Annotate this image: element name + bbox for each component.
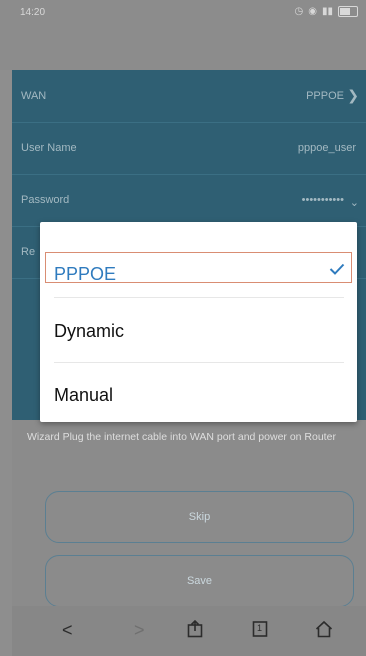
- username-value: pppoe_user: [297, 142, 356, 154]
- option-pppoe-label: PPPOE: [54, 264, 117, 284]
- divider: [54, 362, 344, 363]
- home-icon[interactable]: [315, 620, 333, 643]
- header-area: [0, 28, 366, 70]
- back-icon[interactable]: <: [62, 620, 73, 641]
- option-dynamic-label: Dynamic: [54, 321, 125, 341]
- tabs-count: 1: [257, 623, 263, 633]
- status-bar: 14:20 ◷ ◉ ▮▮: [0, 0, 366, 28]
- option-manual-label: Manual: [54, 385, 114, 405]
- alarm-icon: ◷: [294, 6, 304, 17]
- tabs-icon[interactable]: 1: [252, 620, 268, 643]
- option-pppoe[interactable]: PPPOE: [40, 244, 357, 308]
- battery-icon: [338, 6, 358, 17]
- password-value: •••••••••••: [301, 194, 344, 206]
- eye-toggle-icon[interactable]: ⌄: [350, 196, 359, 209]
- status-icons: ◷ ◉ ▮▮: [295, 6, 358, 17]
- status-time: 14:20: [20, 7, 46, 18]
- password-row[interactable]: Password ••••••••••• ⌄: [12, 174, 366, 227]
- wan-value: PPPOE: [306, 90, 344, 102]
- divider: [54, 297, 344, 298]
- username-row[interactable]: User Name pppoe_user: [12, 122, 366, 175]
- forward-icon[interactable]: >: [134, 620, 145, 641]
- signal-icon: ▮▮: [321, 6, 333, 17]
- wan-row[interactable]: WAN PPPOE ❯: [12, 70, 366, 123]
- wifi-icon: ◉: [308, 6, 317, 17]
- skip-button[interactable]: Skip: [45, 491, 354, 543]
- option-dynamic[interactable]: Dynamic: [40, 306, 357, 370]
- wan-label: WAN: [21, 90, 47, 102]
- checkmark-icon: [329, 262, 345, 280]
- option-manual[interactable]: Manual: [40, 370, 357, 434]
- share-icon[interactable]: [187, 619, 203, 643]
- retype-label: Re: [21, 246, 36, 258]
- username-label: User Name: [21, 142, 77, 154]
- save-button-label: Save: [186, 575, 213, 587]
- bottom-nav: < > 1: [12, 606, 366, 656]
- password-label: Password: [21, 194, 70, 206]
- skip-button-label: Skip: [188, 511, 211, 523]
- save-button[interactable]: Save: [45, 555, 354, 607]
- chevron-right-icon: ❯: [347, 87, 359, 103]
- wan-type-dialog: PPPOE Dynamic Manual: [40, 222, 357, 422]
